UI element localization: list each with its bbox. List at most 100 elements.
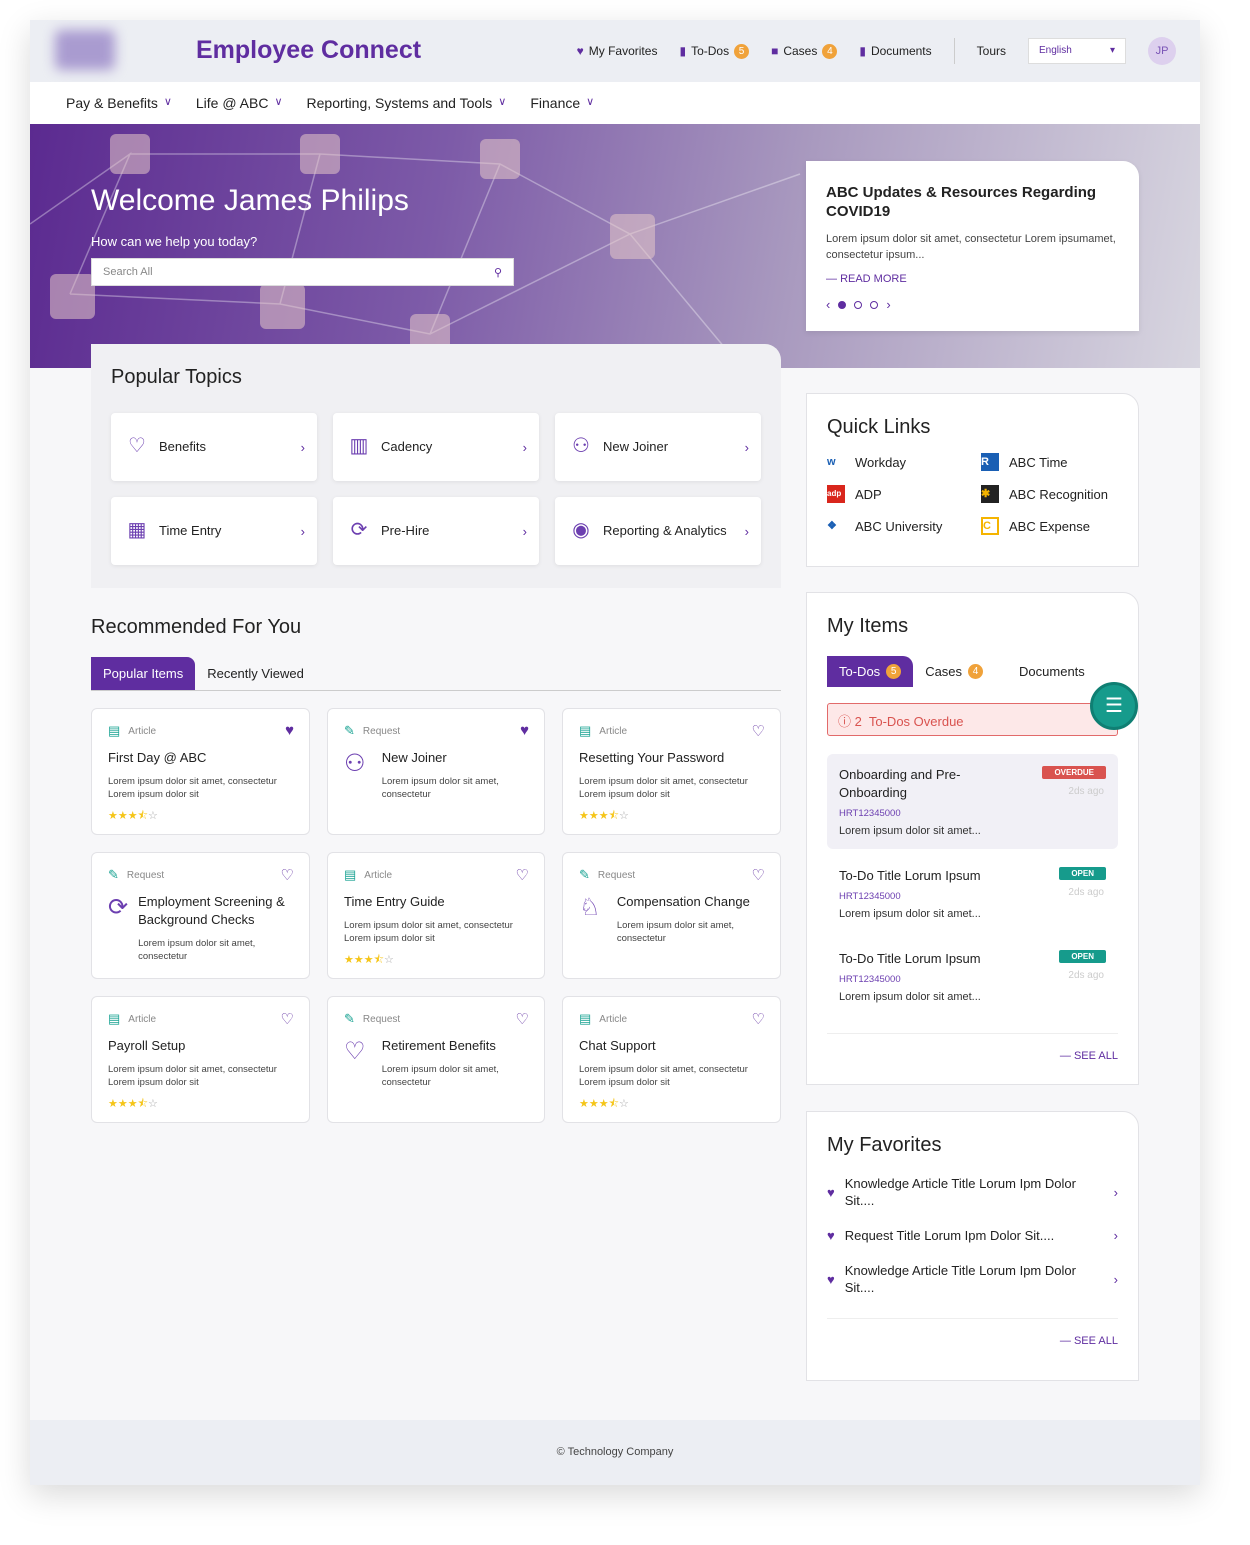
update-title: ABC Updates & Resources Regarding COVID1… (826, 184, 1097, 220)
card-desc: Lorem ipsum dolor sit amet, consectetur (381, 1064, 499, 1088)
read-more-link[interactable]: — READ MORE (826, 273, 1119, 285)
heart-outline-icon[interactable]: ♡ (752, 866, 765, 884)
section-title: Quick Links (827, 416, 931, 438)
cases-link[interactable]: ■ Cases 4 (771, 43, 838, 59)
section-title: Recommended For You (91, 616, 302, 638)
star-rating: ★★★⯪☆ (579, 1098, 629, 1110)
article-icon: ▤ (579, 1011, 592, 1026)
heart-outline-icon[interactable]: ♡ (516, 866, 529, 884)
recommended-card[interactable]: ✎ Request ♡ ♡ Retirement Benefits Lorem ips… (327, 996, 545, 1123)
recommended-card[interactable]: ▤ Article ♡ Time Entry Guide Lorem ipsum d… (327, 852, 545, 979)
language-select[interactable]: English ▾ (1028, 38, 1126, 64)
star-rating: ★★★⯪☆ (108, 1098, 158, 1110)
search-icon[interactable]: ⚲ (494, 266, 502, 279)
carousel-prev-icon[interactable]: ‹ (826, 297, 830, 312)
topic-benefits[interactable]: ♡ Benefits › (111, 413, 317, 481)
nav-reporting[interactable]: Reporting, Systems and Tools ∨ (307, 95, 507, 111)
todo-item[interactable]: To-Do Title Lorum Ipsum HRT12345000 Lore… (827, 938, 1118, 1015)
screening-icon: ⟳ (108, 894, 129, 921)
recommended-card[interactable]: ▤ Article ♡ Payroll Setup Lorem ipsum dolo… (91, 996, 310, 1123)
my-favorites-link[interactable]: ♥ My Favorites (577, 44, 658, 58)
top-header: Employee Connect ♥ My Favorites ▮ To-Dos 5 … (30, 20, 1200, 82)
tab-popular-items[interactable]: Popular Items (91, 657, 196, 690)
documents-link[interactable]: ▮ Documents (859, 44, 931, 58)
link-workday[interactable]: w Workday (827, 453, 981, 471)
clipboard-icon: ▮ (679, 44, 687, 58)
todo-title: Onboarding and Pre-Onboarding (839, 767, 961, 800)
card-title: Time Entry Guide (344, 894, 445, 909)
chevron-right-icon: › (1113, 1184, 1118, 1200)
link-abc-university[interactable]: ❖ ABC University (827, 517, 981, 535)
heart-outline-icon[interactable]: ♡ (752, 722, 765, 740)
todo-desc: Lorem ipsum dolor sit amet... (839, 991, 981, 1003)
tab-recently-viewed[interactable]: Recently Viewed (195, 657, 316, 690)
tours-link[interactable]: Tours (977, 44, 1006, 58)
favorite-item[interactable]: ♥ Knowledge Article Title Lorum Ipm Dolor… (827, 1262, 1118, 1296)
heart-outline-icon[interactable]: ♡ (281, 1010, 294, 1028)
nav-pay-benefits[interactable]: Pay & Benefits ∨ (66, 95, 172, 111)
nav-finance[interactable]: Finance ∨ (530, 95, 594, 111)
updates-card: ABC Updates & Resources Regarding COVID1… (806, 161, 1139, 331)
topic-time-entry[interactable]: ▦ Time Entry › (111, 497, 317, 565)
todo-item[interactable]: Onboarding and Pre-Onboarding HRT1234500… (827, 754, 1118, 849)
chevron-down-icon: ∨ (274, 96, 283, 108)
tab-todos[interactable]: To-Dos 5 (827, 656, 914, 687)
link-abc-recognition[interactable]: ✱ ABC Recognition (981, 485, 1131, 503)
recommended-card[interactable]: ✎ Request ♡ ⟳ Employment Screening & Backg… (91, 852, 310, 979)
tab-cases[interactable]: Cases 4 (913, 656, 995, 687)
card-title: Chat Support (579, 1038, 656, 1053)
topic-pre-hire[interactable]: ⟳ Pre-Hire › (333, 497, 539, 565)
carousel-dot[interactable] (870, 300, 879, 309)
todos-link[interactable]: ▮ To-Dos 5 (679, 43, 750, 59)
topic-cadency[interactable]: ▥ Cadency › (333, 413, 539, 481)
carousel-dot[interactable] (838, 300, 847, 309)
people-icon: ⚇ (344, 750, 366, 777)
overdue-alert[interactable]: ⓘ 2 To-Dos Overdue (827, 703, 1118, 736)
todo-title: To-Do Title Lorum Ipsum (839, 951, 981, 966)
divider (953, 38, 955, 64)
carousel-dot[interactable] (854, 300, 863, 309)
recommended-card[interactable]: ▤ Article ♥ First Day @ ABC Lorem ipsum do… (91, 708, 310, 835)
topic-new-joiner[interactable]: ⚇ New Joiner › (555, 413, 761, 481)
workday-icon: w (827, 456, 836, 468)
heart-filled-icon[interactable]: ♥ (285, 722, 294, 739)
card-desc: Lorem ipsum dolor sit amet, consectetur … (108, 1064, 277, 1088)
favorite-item[interactable]: ♥ Knowledge Article Title Lorum Ipm Dolor… (827, 1175, 1118, 1209)
todo-title: To-Do Title Lorum Ipsum (839, 868, 981, 883)
link-adp[interactable]: adp ADP (827, 485, 981, 503)
recommended-card[interactable]: ✎ Request ♥ ⚇ New Joiner Lorem ipsum dolor … (327, 708, 545, 835)
avatar[interactable]: JP (1148, 37, 1176, 65)
recommended-card[interactable]: ✎ Request ♡ ♘ Compensation Change Lorem ips… (562, 852, 781, 979)
cases-badge: 4 (822, 43, 838, 59)
link-abc-time[interactable]: R ABC Time (981, 453, 1131, 471)
star-rating: ★★★⯪☆ (108, 810, 158, 822)
recommended-card[interactable]: ▤ Article ♡ Chat Support Lorem ipsum dolor… (562, 996, 781, 1123)
card-desc: Lorem ipsum dolor sit amet, consectetur (616, 920, 735, 944)
status-badge: OPEN (1059, 867, 1106, 880)
heart-outline-icon[interactable]: ♡ (281, 866, 294, 884)
company-logo[interactable] (55, 30, 115, 70)
nav-life-abc[interactable]: Life @ ABC ∨ (196, 95, 283, 111)
article-icon: ▤ (579, 723, 592, 738)
favorite-item[interactable]: ♥ Request Title Lorum Ipm Dolor Sit.... › (827, 1227, 1118, 1244)
card-title: Compensation Change (616, 894, 750, 909)
todo-item[interactable]: To-Do Title Lorum Ipsum HRT12345000 Lore… (827, 855, 1118, 932)
chat-icon[interactable]: ☰ (1090, 682, 1138, 730)
topic-reporting[interactable]: ◉ Reporting & Analytics › (555, 497, 761, 565)
chevron-down-icon: ∨ (498, 96, 507, 108)
carousel-next-icon[interactable]: › (886, 297, 890, 312)
heart-filled-icon[interactable]: ♥ (520, 722, 529, 739)
abc-university-icon: ❖ (827, 520, 837, 532)
heart-outline-icon[interactable]: ♡ (516, 1010, 529, 1028)
recommended-card[interactable]: ▤ Article ♡ Resetting Your Password Lorem … (562, 708, 781, 835)
people-icon: ⚇ (572, 435, 590, 457)
heart-outline-icon[interactable]: ♡ (752, 1010, 765, 1028)
popular-topics: Popular Topics ♡ Benefits › ▥ Cadency › ⚇ New… (91, 344, 781, 588)
see-all-link[interactable]: — SEE ALL (827, 1033, 1118, 1062)
request-icon: ✎ (344, 1011, 355, 1026)
link-abc-expense[interactable]: C ABC Expense (981, 517, 1131, 535)
welcome-heading: Welcome James Philips (91, 184, 409, 217)
search-input[interactable]: Search All ⚲ (91, 258, 514, 286)
see-all-link[interactable]: — SEE ALL (827, 1318, 1118, 1347)
tab-documents[interactable]: Documents (995, 656, 1097, 687)
